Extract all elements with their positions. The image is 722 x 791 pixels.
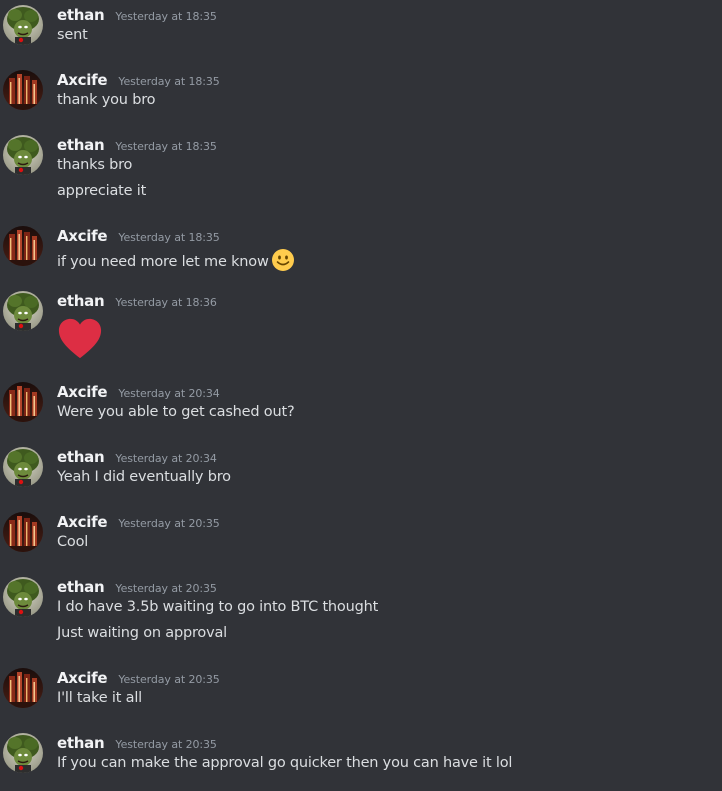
username[interactable]: Axcife [57,669,108,687]
avatar[interactable] [3,577,43,617]
username[interactable]: ethan [57,578,105,596]
timestamp: Yesterday at 20:35 [118,517,220,530]
avatar[interactable] [3,135,43,175]
username[interactable]: ethan [57,734,105,752]
message-text: Just waiting on approval [57,625,227,641]
timestamp: Yesterday at 20:34 [115,452,217,465]
message-header: Axcife Yesterday at 20:34 [57,382,220,401]
red-heart-icon[interactable] [56,316,104,366]
message-header: ethan Yesterday at 18:35 [57,5,217,24]
username[interactable]: Axcife [57,227,108,245]
timestamp: Yesterday at 20:35 [115,738,217,751]
message-header: ethan Yesterday at 18:36 [57,291,217,310]
message-text: Yeah I did eventually bro [57,469,231,485]
message-text: sent [57,27,88,43]
username[interactable]: ethan [57,292,105,310]
message-text: thanks bro [57,157,133,173]
message-text: If you can make the approval go quicker … [57,755,513,771]
message-text: if you need more let me know [57,254,269,270]
timestamp: Yesterday at 20:35 [118,673,220,686]
avatar[interactable] [3,291,43,331]
message-text: thank you bro [57,92,156,108]
timestamp: Yesterday at 18:35 [118,231,220,244]
message-text: Cool [57,534,89,550]
message-header: ethan Yesterday at 20:35 [57,577,217,596]
message-header: Axcife Yesterday at 18:35 [57,226,220,245]
avatar[interactable] [3,382,43,422]
timestamp: Yesterday at 18:36 [115,296,217,309]
avatar[interactable] [3,668,43,708]
timestamp: Yesterday at 20:35 [115,582,217,595]
avatar[interactable] [3,70,43,110]
timestamp: Yesterday at 18:35 [118,75,220,88]
message-header: ethan Yesterday at 20:34 [57,447,217,466]
message-text: I'll take it all [57,690,142,706]
chat-messages: ethan Yesterday at 18:35 sent Axcife Yes… [0,0,722,791]
username[interactable]: ethan [57,136,105,154]
message-header: ethan Yesterday at 20:35 [57,733,217,752]
username[interactable]: Axcife [57,71,108,89]
timestamp: Yesterday at 18:35 [115,140,217,153]
message-header: ethan Yesterday at 18:35 [57,135,217,154]
message-text-with-emoji: if you need more let me know [57,248,295,276]
slightly-smiling-face-icon[interactable] [271,248,295,276]
avatar[interactable] [3,512,43,552]
timestamp: Yesterday at 20:34 [118,387,220,400]
username[interactable]: Axcife [57,513,108,531]
avatar[interactable] [3,226,43,266]
message-text: Were you able to get cashed out? [57,404,295,420]
message-text: appreciate it [57,183,147,199]
timestamp: Yesterday at 18:35 [115,10,217,23]
message-header: Axcife Yesterday at 20:35 [57,512,220,531]
avatar[interactable] [3,733,43,773]
avatar[interactable] [3,447,43,487]
username[interactable]: Axcife [57,383,108,401]
message-text: I do have 3.5b waiting to go into BTC th… [57,599,379,615]
username[interactable]: ethan [57,6,105,24]
message-header: Axcife Yesterday at 20:35 [57,668,220,687]
message-header: Axcife Yesterday at 18:35 [57,70,220,89]
avatar[interactable] [3,5,43,45]
username[interactable]: ethan [57,448,105,466]
